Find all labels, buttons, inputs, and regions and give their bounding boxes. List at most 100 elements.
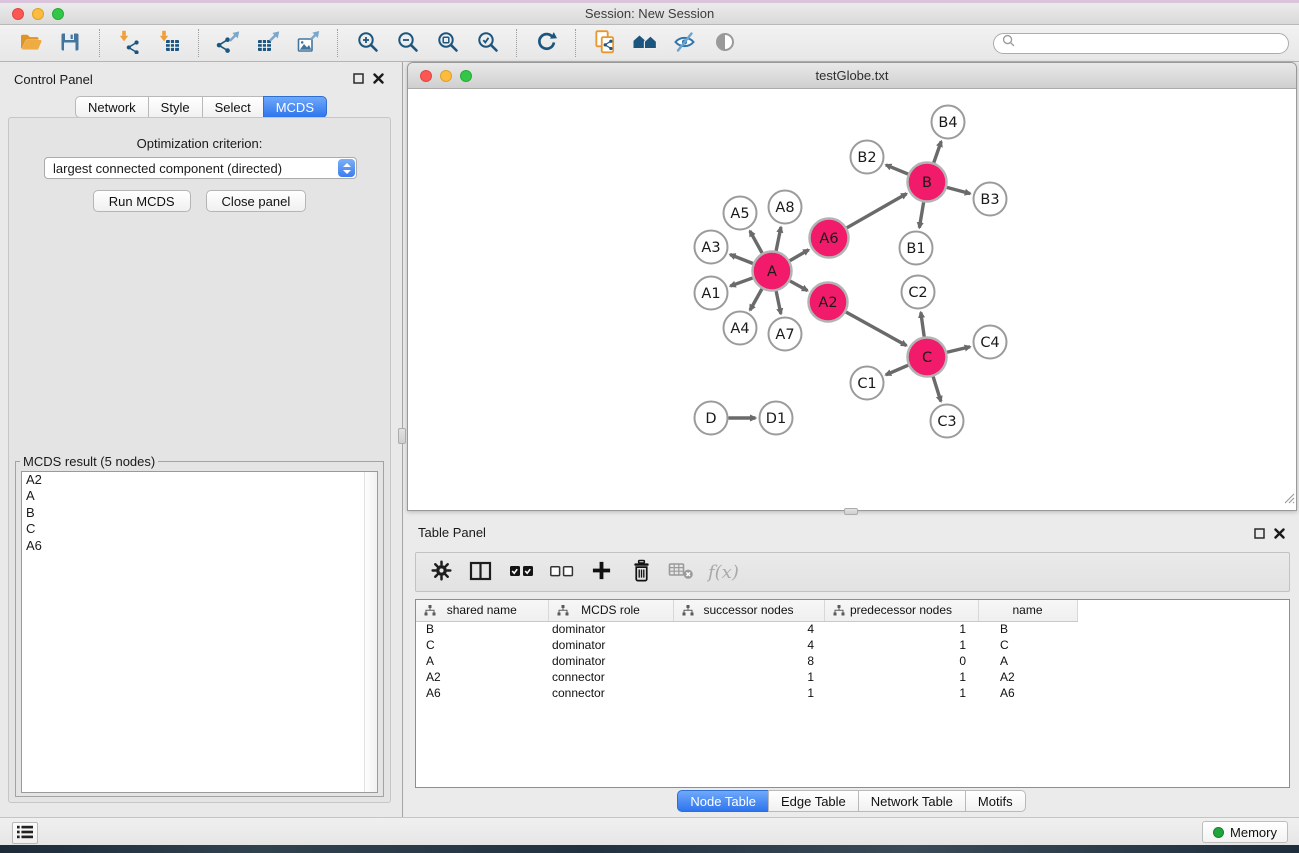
add-column-button[interactable] bbox=[588, 557, 614, 587]
save-session-button[interactable] bbox=[50, 27, 90, 59]
graph-edge-A2-C[interactable] bbox=[846, 312, 907, 346]
table-cell-mcds-role[interactable]: dominator bbox=[548, 621, 673, 637]
export-table-button[interactable] bbox=[248, 27, 288, 59]
duplicate-network-button[interactable] bbox=[585, 27, 625, 59]
graph-edge-B-B4[interactable] bbox=[934, 141, 941, 162]
graph-edge-A6-B[interactable] bbox=[847, 194, 907, 228]
minimize-network-window-button[interactable] bbox=[440, 70, 452, 82]
table-cell-successor-nodes[interactable]: 4 bbox=[673, 621, 824, 637]
zoom-network-window-button[interactable] bbox=[460, 70, 472, 82]
export-network-button[interactable] bbox=[208, 27, 248, 59]
mcds-result-item[interactable]: A6 bbox=[22, 538, 377, 554]
graph-edge-C-C4[interactable] bbox=[947, 347, 970, 353]
tab-network-table[interactable]: Network Table bbox=[858, 790, 966, 812]
column-header-name[interactable]: name bbox=[978, 600, 1077, 621]
tab-mcds[interactable]: MCDS bbox=[263, 96, 327, 118]
split-view-button[interactable] bbox=[468, 557, 494, 587]
table-row[interactable]: A6connector11A6 bbox=[416, 685, 1290, 701]
graph-edge-A-A4[interactable] bbox=[750, 289, 762, 310]
table-cell-mcds-role[interactable]: dominator bbox=[548, 653, 673, 669]
table-row[interactable]: Bdominator41B bbox=[416, 621, 1290, 637]
graph-edge-A-A5[interactable] bbox=[750, 231, 762, 253]
minimize-window-button[interactable] bbox=[32, 8, 44, 20]
first-neighbors-button[interactable] bbox=[625, 27, 665, 59]
select-all-columns-button[interactable] bbox=[508, 557, 534, 587]
table-cell-mcds-role[interactable]: connector bbox=[548, 669, 673, 685]
search-input[interactable] bbox=[1020, 36, 1280, 51]
refresh-network-button[interactable] bbox=[526, 27, 566, 59]
table-cell-mcds-role[interactable]: dominator bbox=[548, 637, 673, 653]
vertical-divider-handle[interactable] bbox=[398, 428, 406, 444]
graph-edge-A-A7[interactable] bbox=[776, 291, 781, 314]
graph-edge-A-A1[interactable] bbox=[730, 278, 752, 286]
graph-edge-C-C3[interactable] bbox=[933, 377, 941, 402]
table-cell-shared-name[interactable]: B bbox=[416, 621, 548, 637]
table-cell-predecessor-nodes[interactable]: 1 bbox=[824, 669, 978, 685]
graph-edge-C-C2[interactable] bbox=[921, 312, 924, 336]
tab-node-table[interactable]: Node Table bbox=[677, 790, 769, 812]
table-cell-shared-name[interactable]: C bbox=[416, 637, 548, 653]
memory-button[interactable]: Memory bbox=[1202, 821, 1288, 843]
network-view-window[interactable]: testGlobe.txt B4B2BB3A8A5A6A3B1AC2A1A2A4… bbox=[407, 62, 1297, 511]
graph-edge-A-A6[interactable] bbox=[790, 250, 809, 261]
table-cell-successor-nodes[interactable]: 8 bbox=[673, 653, 824, 669]
tab-edge-table[interactable]: Edge Table bbox=[768, 790, 859, 812]
table-cell-name[interactable]: B bbox=[978, 621, 1077, 637]
table-row[interactable]: Adominator80A bbox=[416, 653, 1290, 669]
table-settings-button[interactable] bbox=[428, 557, 454, 587]
run-mcds-button[interactable]: Run MCDS bbox=[93, 190, 191, 212]
column-header-mcds-role[interactable]: MCDS role bbox=[548, 600, 673, 621]
resize-grip-icon[interactable] bbox=[1281, 490, 1295, 509]
graph-edge-A-A2[interactable] bbox=[790, 281, 808, 291]
list-scrollbar[interactable] bbox=[364, 472, 377, 792]
tab-select[interactable]: Select bbox=[202, 96, 264, 118]
criterion-dropdown[interactable]: largest connected component (directed) bbox=[44, 157, 357, 179]
mcds-result-item[interactable]: B bbox=[22, 505, 377, 521]
float-panel-icon[interactable] bbox=[353, 72, 364, 87]
network-canvas[interactable]: B4B2BB3A8A5A6A3B1AC2A1A2A4A7C4CC1C3DD1 bbox=[408, 89, 1296, 510]
table-cell-predecessor-nodes[interactable]: 1 bbox=[824, 637, 978, 653]
tab-style[interactable]: Style bbox=[148, 96, 203, 118]
horizontal-divider-handle[interactable] bbox=[844, 508, 858, 515]
show-all-button[interactable] bbox=[705, 27, 745, 59]
open-session-button[interactable] bbox=[10, 27, 50, 59]
table-cell-predecessor-nodes[interactable]: 1 bbox=[824, 621, 978, 637]
table-cell-name[interactable]: C bbox=[978, 637, 1077, 653]
table-cell-successor-nodes[interactable]: 1 bbox=[673, 669, 824, 685]
deselect-all-columns-button[interactable] bbox=[548, 557, 574, 587]
table-cell-shared-name[interactable]: A bbox=[416, 653, 548, 669]
table-cell-mcds-role[interactable]: connector bbox=[548, 685, 673, 701]
close-network-window-button[interactable] bbox=[420, 70, 432, 82]
table-row[interactable]: A2connector11A2 bbox=[416, 669, 1290, 685]
table-cell-predecessor-nodes[interactable]: 1 bbox=[824, 685, 978, 701]
table-cell-successor-nodes[interactable]: 1 bbox=[673, 685, 824, 701]
graph-edge-A-A8[interactable] bbox=[776, 227, 781, 251]
delete-column-button[interactable] bbox=[628, 557, 654, 587]
table-cell-shared-name[interactable]: A6 bbox=[416, 685, 548, 701]
graph-edge-B-B3[interactable] bbox=[947, 187, 970, 193]
import-network-button[interactable] bbox=[109, 27, 149, 59]
import-table-button[interactable] bbox=[149, 27, 189, 59]
mcds-result-item[interactable]: C bbox=[22, 521, 377, 537]
hide-selected-button[interactable] bbox=[665, 27, 705, 59]
float-table-panel-icon[interactable] bbox=[1254, 527, 1265, 542]
table-cell-shared-name[interactable]: A2 bbox=[416, 669, 548, 685]
mcds-result-list[interactable]: A2ABCA6 bbox=[21, 471, 378, 793]
zoom-selected-button[interactable] bbox=[467, 27, 507, 59]
graph-edge-A-A3[interactable] bbox=[730, 255, 753, 264]
zoom-fit-button[interactable] bbox=[427, 27, 467, 59]
close-panel-button[interactable]: Close panel bbox=[206, 190, 307, 212]
graph-edge-B-B2[interactable] bbox=[886, 165, 908, 174]
table-cell-successor-nodes[interactable]: 4 bbox=[673, 637, 824, 653]
table-cell-name[interactable]: A6 bbox=[978, 685, 1077, 701]
mcds-result-item[interactable]: A bbox=[22, 488, 377, 504]
function-builder-button[interactable]: f(x) bbox=[708, 557, 739, 587]
search-field[interactable] bbox=[993, 33, 1289, 54]
zoom-out-button[interactable] bbox=[387, 27, 427, 59]
mcds-result-item[interactable]: A2 bbox=[22, 472, 377, 488]
table-cell-name[interactable]: A bbox=[978, 653, 1077, 669]
delete-table-button[interactable] bbox=[668, 557, 694, 587]
tab-motifs[interactable]: Motifs bbox=[965, 790, 1026, 812]
network-window-titlebar[interactable]: testGlobe.txt bbox=[408, 63, 1296, 89]
table-cell-predecessor-nodes[interactable]: 0 bbox=[824, 653, 978, 669]
